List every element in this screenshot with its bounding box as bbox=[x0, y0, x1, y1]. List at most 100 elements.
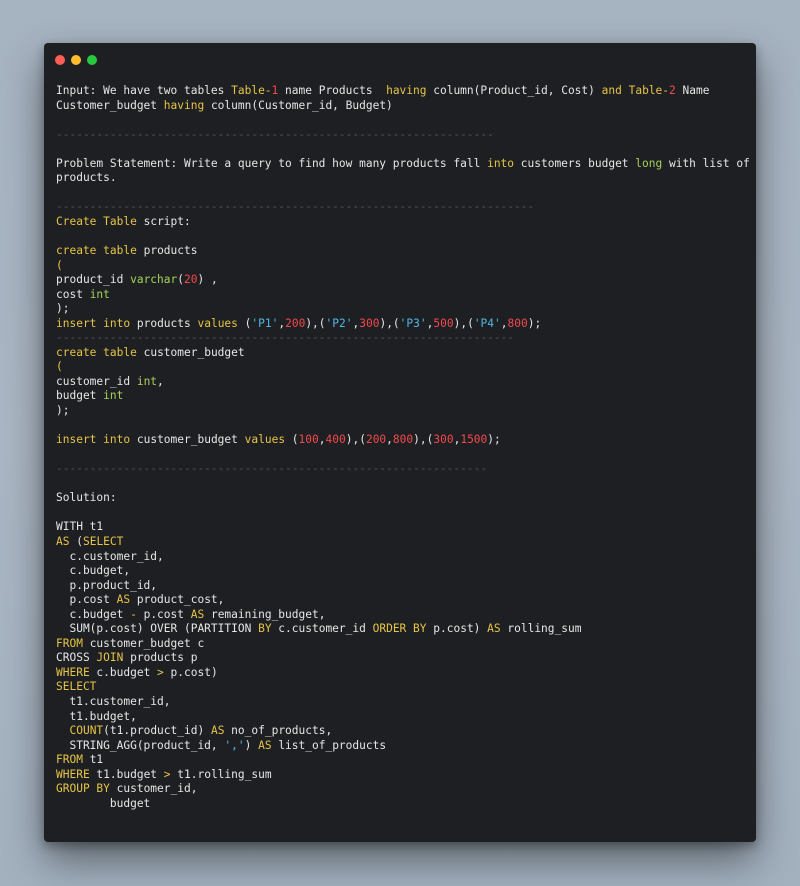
code-token: ----------------------------------------… bbox=[56, 331, 515, 345]
code-token: ',' bbox=[224, 738, 245, 752]
code-token: ( bbox=[237, 316, 252, 330]
code-token: FROM bbox=[56, 636, 83, 650]
zoom-button[interactable] bbox=[87, 55, 97, 65]
code-token: 20 bbox=[184, 273, 198, 287]
code-line: ----------------------------------------… bbox=[56, 462, 744, 477]
code-line: ); bbox=[56, 404, 744, 419]
code-token: ),( bbox=[453, 316, 474, 330]
code-line: Problem Statement: Write a query to find… bbox=[56, 156, 750, 172]
code-line: cost int bbox=[56, 288, 744, 303]
code-token: , bbox=[157, 374, 164, 388]
code-token: list_of_products bbox=[271, 738, 387, 752]
code-token: budget bbox=[56, 389, 104, 403]
code-token: > bbox=[163, 767, 171, 781]
code-line: ----------------------------------------… bbox=[56, 128, 744, 143]
code-token: remaining_budget, bbox=[204, 607, 326, 621]
code-token: AS bbox=[487, 622, 501, 636]
code-token: p.product_id, bbox=[56, 578, 158, 592]
code-token: column(Product_id, Cost) bbox=[426, 84, 602, 97]
code-token: 'P4' bbox=[473, 316, 501, 330]
code-token: customer_budget c bbox=[82, 636, 205, 650]
code-token: , bbox=[500, 316, 508, 330]
code-line: create table products bbox=[56, 244, 744, 259]
code-line: c.budget, bbox=[56, 564, 744, 579]
code-token: 500 bbox=[433, 316, 454, 330]
code-line: products. bbox=[56, 171, 744, 186]
code-token: ); bbox=[56, 302, 70, 316]
code-token: ( bbox=[177, 273, 184, 287]
code-token: varchar bbox=[130, 273, 178, 287]
code-token: BY bbox=[413, 622, 427, 636]
code-token: column(Customer_id, Budget) bbox=[204, 98, 393, 112]
code-token: budget bbox=[56, 796, 151, 810]
code-token: p.cost bbox=[136, 607, 191, 621]
code-token: 800 bbox=[392, 433, 414, 447]
code-token: t1.budget bbox=[89, 767, 164, 781]
code-line: GROUP BY customer_id, bbox=[56, 782, 744, 797]
code-line: budget bbox=[56, 797, 744, 812]
code-token: insert bbox=[56, 433, 97, 447]
code-line: p.cost AS product_cost, bbox=[56, 593, 744, 608]
code-token: ); bbox=[527, 316, 542, 330]
code-line: ----------------------------------------… bbox=[56, 331, 744, 346]
code-token: p.cost) bbox=[163, 665, 218, 679]
code-token: and bbox=[601, 84, 622, 97]
code-token: Problem Statement: Write a query to find… bbox=[56, 156, 488, 170]
code-token: 2 bbox=[669, 84, 676, 97]
close-button[interactable] bbox=[55, 55, 65, 65]
code-line: FROM t1 bbox=[56, 753, 744, 768]
code-token: int bbox=[103, 389, 124, 403]
code-token: 'P2' bbox=[325, 316, 353, 330]
code-token: AS bbox=[116, 593, 131, 607]
code-token: Table bbox=[103, 214, 137, 228]
code-token: Input: We have two tables bbox=[56, 84, 232, 97]
code-line: Input: We have two tables Table-1 name P… bbox=[56, 84, 744, 99]
code-line: product_id varchar(20) , bbox=[56, 273, 744, 288]
code-token: name Products bbox=[278, 84, 387, 97]
code-editor[interactable]: Input: We have two tables Table-1 name P… bbox=[56, 84, 750, 812]
code-token: products. bbox=[56, 171, 117, 185]
code-token: 200 bbox=[285, 316, 306, 330]
code-line: p.product_id, bbox=[56, 579, 744, 594]
code-token: WITH t1 bbox=[56, 520, 104, 534]
code-token: 100 bbox=[298, 433, 319, 447]
code-line: AS (SELECT bbox=[56, 535, 744, 550]
code-token: 1500 bbox=[460, 433, 488, 447]
code-token: AS bbox=[210, 724, 225, 738]
code-token: 200 bbox=[365, 433, 387, 447]
code-token: ),( bbox=[413, 433, 434, 447]
code-token: ( bbox=[56, 258, 63, 272]
minimize-button[interactable] bbox=[71, 55, 81, 65]
code-token: into bbox=[103, 316, 131, 330]
code-token: ),( bbox=[379, 316, 400, 330]
code-token: ( bbox=[285, 433, 299, 447]
code-token: ); bbox=[487, 433, 501, 447]
code-token: having bbox=[386, 84, 427, 97]
code-line: FROM customer_budget c bbox=[56, 637, 744, 652]
code-token: (t1.product_id) bbox=[103, 724, 211, 738]
code-token: t1.customer_id, bbox=[56, 694, 171, 708]
code-line: ( bbox=[56, 360, 744, 375]
code-token: cost bbox=[56, 287, 90, 301]
code-token: insert bbox=[56, 316, 97, 330]
code-line: ); bbox=[56, 302, 744, 317]
code-token: product_id bbox=[56, 273, 131, 287]
code-token: c.customer_id bbox=[271, 622, 373, 636]
code-token: 800 bbox=[507, 316, 528, 330]
code-token: SELECT bbox=[56, 680, 97, 694]
code-token: c.budget, bbox=[56, 564, 131, 578]
code-token: t1.rolling_sum bbox=[170, 767, 272, 781]
code-token: c.budget bbox=[89, 665, 158, 679]
code-token: Table- bbox=[628, 84, 670, 97]
code-token: > bbox=[157, 665, 164, 679]
code-token: ( bbox=[69, 534, 83, 548]
code-token: no_of_products, bbox=[224, 724, 333, 738]
code-token: BY bbox=[258, 622, 272, 636]
